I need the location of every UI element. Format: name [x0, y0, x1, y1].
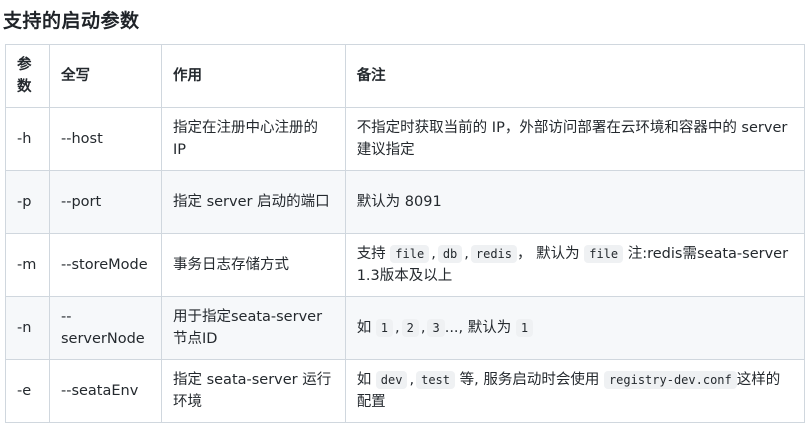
- note-code: 3: [427, 319, 445, 337]
- cell-full: --host: [48, 107, 162, 171]
- table-row: -e --seataEnv 指定 seata-server 运行环境 如 dev…: [5, 359, 806, 423]
- note-code: redis: [470, 245, 517, 263]
- table-row: -n --serverNode 用于指定seata-server节点ID 如 1…: [5, 296, 806, 360]
- note-separator: ,: [464, 246, 469, 262]
- cell-usage: 事务日志存储方式: [160, 233, 346, 297]
- note-code: db: [437, 245, 463, 263]
- note-separator: ,: [409, 372, 415, 388]
- header-usage: 作用: [160, 44, 346, 108]
- cell-note: 不指定时获取当前的 IP，外部访问部署在云环境和容器中的 server 建议指定: [344, 107, 806, 171]
- cell-usage: 指定 server 启动的端口: [160, 170, 346, 234]
- note-code: 1: [375, 319, 394, 337]
- note-code: file: [390, 245, 430, 263]
- table-row: -m --storeMode 事务日志存储方式 支持 file, db, redis…: [5, 233, 806, 297]
- section-title: 支持的启动参数: [3, 10, 140, 32]
- cell-note: 如 1, 2, 3..., 默认为 1: [344, 296, 806, 360]
- note-code: dev: [375, 371, 408, 389]
- note-code: 2: [401, 319, 419, 337]
- note-code: file: [584, 245, 624, 263]
- cell-param: -m: [5, 233, 50, 297]
- note-prefix: 如: [356, 320, 372, 336]
- table-row: -h --host 指定在注册中心注册的 IP 不指定时获取当前的 IP，外部访…: [5, 107, 806, 171]
- cell-note: 支持 file, db, redis， 默认为 file 注:redis需seata…: [344, 233, 806, 297]
- cell-param: -h: [5, 107, 50, 171]
- cell-full: --serverNode: [48, 296, 162, 360]
- note-prefix: 如: [356, 372, 372, 388]
- cell-param: -p: [5, 170, 50, 234]
- header-param-line1: 参: [17, 57, 32, 73]
- note-mid: ..., 默认为: [444, 320, 512, 336]
- cell-usage: 用于指定seata-server节点ID: [160, 296, 346, 360]
- cell-full: --port: [48, 170, 162, 234]
- cell-note: 如 dev, test 等, 服务启动时会使用 registry-dev.conf…: [344, 359, 806, 423]
- note-separator: ,: [395, 320, 400, 336]
- cell-param: -n: [5, 296, 50, 360]
- note-code: test: [416, 371, 455, 389]
- params-table: 参 数 全写 作用 备注 -h --host 指定在注册中心注册的 IP 不指定…: [5, 44, 806, 423]
- cell-note: 默认为 8091: [344, 170, 806, 234]
- note-separator: ,: [431, 246, 436, 262]
- note-mid: ， 默认为: [517, 246, 580, 262]
- cell-full: --storeMode: [48, 233, 162, 297]
- table-row: -p --port 指定 server 启动的端口 默认为 8091: [5, 170, 806, 234]
- header-note: 备注: [344, 44, 806, 108]
- header-param-line2: 数: [17, 79, 32, 95]
- note-code: registry-dev.conf: [603, 371, 737, 389]
- cell-full: --seataEnv: [48, 359, 162, 423]
- cell-param: -e: [5, 359, 50, 423]
- note-code: 1: [515, 319, 534, 337]
- note-prefix: 支持: [356, 246, 386, 262]
- cell-usage: 指定在注册中心注册的 IP: [160, 107, 346, 171]
- header-full: 全写: [48, 44, 162, 108]
- page: 支持的启动参数 参 数 全写 作用 备注 -h --host 指定在注册中心注册…: [0, 0, 810, 430]
- note-mid: 等, 服务启动时会使用: [455, 372, 600, 388]
- header-param: 参 数: [5, 44, 50, 108]
- cell-usage: 指定 seata-server 运行环境: [160, 359, 346, 423]
- table-header-row: 参 数 全写 作用 备注: [5, 44, 806, 108]
